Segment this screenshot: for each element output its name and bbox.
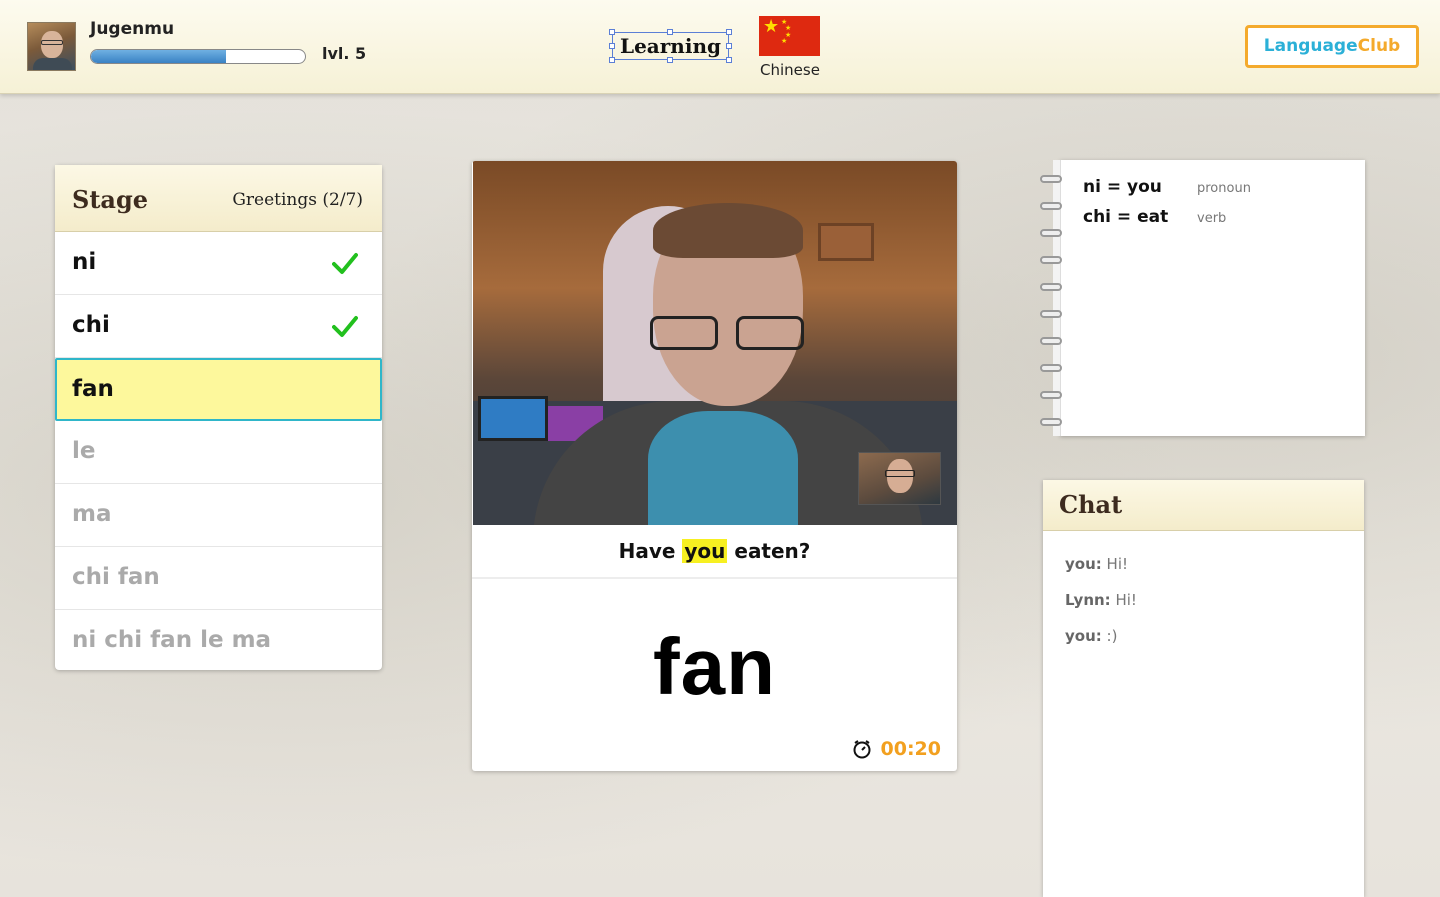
sentence-part: Have <box>618 539 676 563</box>
timer-value: 00:20 <box>880 738 941 760</box>
stage-item-label: le <box>72 438 96 464</box>
stage-item-label: ma <box>72 501 112 527</box>
lesson-sentence: Have you eaten? <box>472 525 957 579</box>
check-icon <box>332 316 358 337</box>
china-flag-icon[interactable]: ★ ★ ★ ★ ★ <box>759 16 820 56</box>
vocabulary-notebook: ni = you pronoun chi = eat verb <box>1040 160 1365 436</box>
vocab-part-of-speech: pronoun <box>1197 181 1251 196</box>
xp-progress-fill <box>91 50 226 63</box>
stage-progress: Greetings (2/7) <box>232 190 363 210</box>
chat-message: you: :) <box>1065 627 1117 645</box>
chat-text: Hi! <box>1115 591 1137 609</box>
stage-item-label: fan <box>72 376 114 402</box>
timer: 00:20 <box>852 738 941 760</box>
username: Jugenmu <box>90 19 175 39</box>
stage-panel: Stage Greetings (2/7) ni chi fan le ma c… <box>55 165 382 670</box>
stage-item-chi[interactable]: chi <box>55 295 382 358</box>
stage-item-ni-chi-fan-le-ma[interactable]: ni chi fan le ma <box>55 610 382 673</box>
chat-sender: you: <box>1065 555 1102 573</box>
stage-item-chi-fan[interactable]: chi fan <box>55 547 382 610</box>
avatar[interactable] <box>27 22 76 71</box>
chat-sender: Lynn: <box>1065 591 1111 609</box>
stage-item-label: ni <box>72 249 97 275</box>
check-icon <box>332 253 358 274</box>
notebook-page <box>1060 160 1365 436</box>
self-view-video[interactable] <box>858 452 941 505</box>
vocab-term: chi = eat <box>1083 207 1169 227</box>
stage-item-le[interactable]: le <box>55 421 382 484</box>
stage-item-label: chi <box>72 312 110 338</box>
stage-item-ni[interactable]: ni <box>55 232 382 295</box>
language-label: Chinese <box>760 61 820 79</box>
current-word: fan <box>653 622 776 711</box>
mode-label: Learning <box>612 32 729 60</box>
chat-sender: you: <box>1065 627 1102 645</box>
chat-title: Chat <box>1059 490 1123 519</box>
stage-title: Stage <box>72 185 149 214</box>
stage-item-fan[interactable]: fan <box>55 358 382 421</box>
xp-progress-bar <box>90 49 306 64</box>
chat-message: you: Hi! <box>1065 555 1128 573</box>
stage-item-ma[interactable]: ma <box>55 484 382 547</box>
chat-message: Lynn: Hi! <box>1065 591 1137 609</box>
stopwatch-icon <box>853 740 871 759</box>
chat-header: Chat <box>1043 480 1364 531</box>
chat-text: :) <box>1106 627 1118 645</box>
level-label: lvl. 5 <box>322 44 367 63</box>
stage-header: Stage Greetings (2/7) <box>55 165 382 232</box>
stage-item-label: ni chi fan le ma <box>72 627 272 653</box>
sentence-part: eaten? <box>734 539 811 563</box>
vocab-part-of-speech: verb <box>1197 211 1227 226</box>
top-bar: Jugenmu lvl. 5 Learning ★ ★ ★ ★ ★ Chines… <box>0 0 1440 94</box>
lesson-card: Have you eaten? fan 00:20 <box>472 161 957 771</box>
highlighted-word: you <box>682 539 728 563</box>
stage-item-label: chi fan <box>72 564 160 590</box>
chat-panel: Chat you: Hi! Lynn: Hi! you: :) <box>1043 480 1364 897</box>
video-feed[interactable] <box>473 161 957 525</box>
languageclub-logo[interactable]: LanguageClub <box>1245 25 1419 68</box>
vocab-term: ni = you <box>1083 177 1162 197</box>
chat-text: Hi! <box>1106 555 1129 573</box>
